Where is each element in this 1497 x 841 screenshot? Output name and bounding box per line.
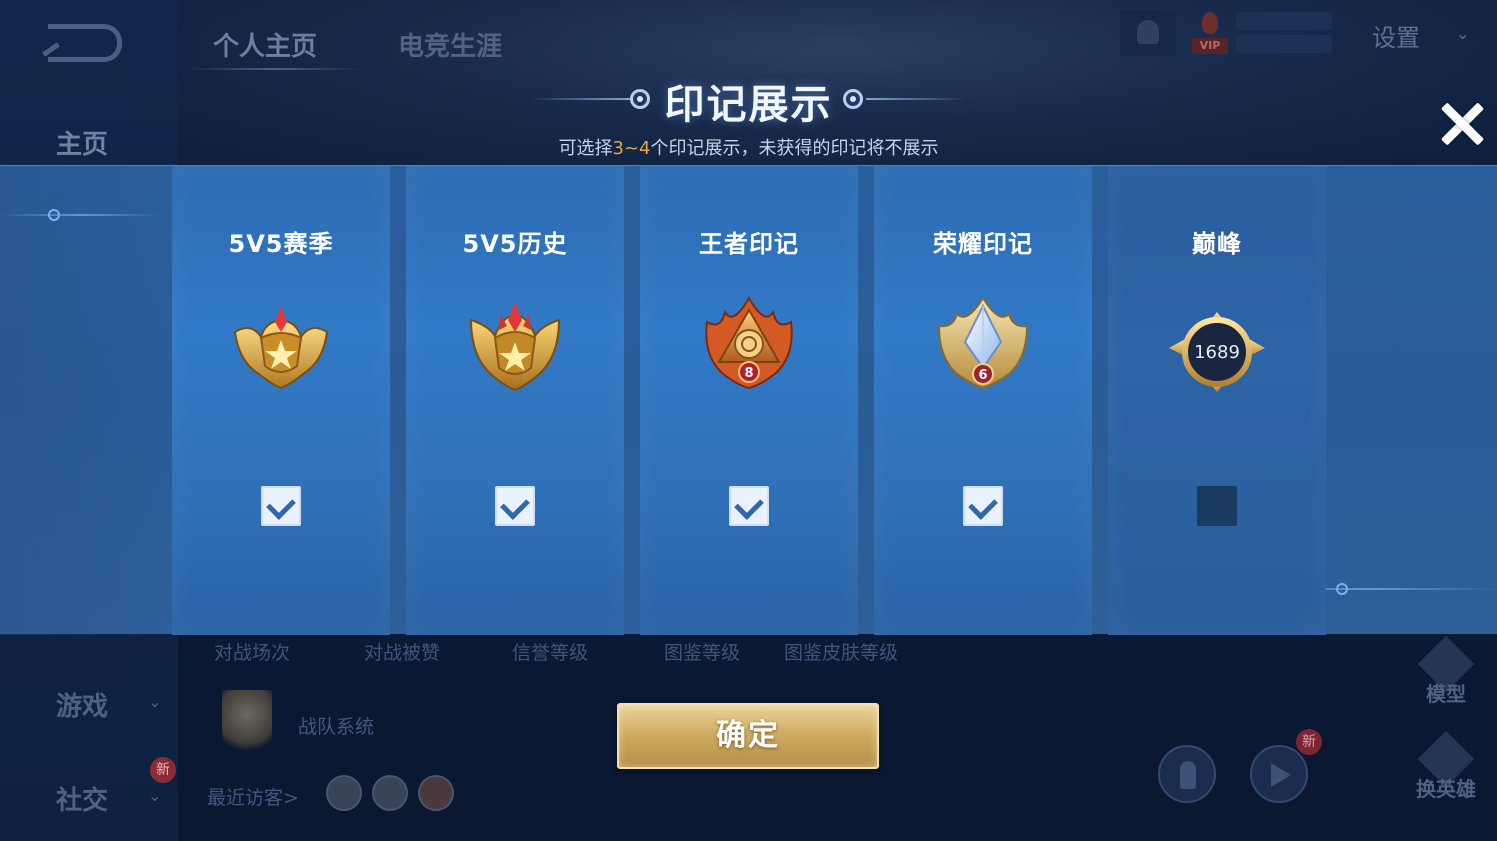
topbar-chip[interactable] [1236, 12, 1332, 30]
switch-hero-button[interactable]: 换英雄 [1415, 730, 1477, 801]
stat-label-likes: 对战被赞 [364, 642, 441, 664]
emblem-checkbox[interactable] [261, 486, 301, 526]
check-icon [968, 490, 998, 520]
panel-decoration [0, 166, 172, 635]
subtitle-range: 3~4 [612, 138, 651, 159]
pose-button[interactable] [1158, 745, 1216, 803]
person-icon [1180, 761, 1196, 789]
avatar[interactable] [418, 775, 454, 811]
emblem-card-title: 荣耀印记 [933, 230, 1033, 258]
chevron-down-icon: ⌄ [148, 786, 162, 805]
emblem-card-king-mark[interactable]: 王者印记 8 [640, 166, 858, 635]
model-label: 模型 [1426, 682, 1466, 706]
badge-number: 6 [978, 368, 987, 383]
emblem-card-title: 5V5历史 [462, 230, 568, 258]
new-badge: 新 [150, 757, 176, 783]
modal-header: 印记展示 [0, 72, 1497, 132]
close-icon[interactable] [1438, 100, 1486, 148]
play-button[interactable] [1250, 745, 1308, 803]
peak-orb-badge-icon: 1689 [1169, 312, 1265, 392]
decoration-line [0, 214, 160, 216]
flame-icon [1202, 12, 1218, 34]
check-icon [500, 490, 530, 520]
stat-label-codex-skin-level: 图鉴皮肤等级 [784, 642, 899, 664]
emblem-card-peak[interactable]: 巅峰 1689 [1108, 166, 1326, 635]
settings-button[interactable]: 设置 [1372, 18, 1420, 53]
emblem-card-5v5-season[interactable]: 5V5赛季 [172, 166, 390, 635]
team-system-link[interactable]: 战队系统 [298, 712, 374, 739]
emblem-checkbox[interactable] [963, 486, 1003, 526]
topbar-chip[interactable] [1236, 35, 1332, 53]
king-flame-badge-icon: 8 [705, 295, 793, 390]
modal-title: 印记展示 [664, 82, 833, 128]
tab-underline [190, 68, 360, 70]
tab-esports-career[interactable]: 电竞生涯 [398, 26, 502, 63]
emblem-card-title: 巅峰 [1192, 230, 1242, 258]
nav-item-social[interactable]: 社交 [56, 780, 108, 817]
switch-hero-label: 换英雄 [1416, 777, 1476, 801]
check-icon [266, 490, 296, 520]
model-button[interactable]: 模型 [1415, 635, 1477, 706]
avatar[interactable] [372, 775, 408, 811]
stat-label-credit: 信誉等级 [512, 642, 589, 664]
back-icon[interactable] [48, 24, 122, 62]
notification-bell-icon[interactable] [1120, 10, 1176, 56]
tab-profile[interactable]: 个人主页 [213, 26, 317, 63]
gold-star-wing-badge-icon [469, 302, 561, 392]
chevron-down-icon: ⌄ [1456, 24, 1470, 43]
recent-visitors-link[interactable]: 最近访客> [207, 783, 299, 810]
emblem-card-5v5-history[interactable]: 5V5历史 [406, 166, 624, 635]
emblem-checkbox[interactable] [1197, 486, 1237, 526]
gold-star-shield-badge-icon [233, 306, 329, 390]
emblem-card-title: 5V5赛季 [228, 230, 334, 258]
vip-icon[interactable]: VIP [1190, 12, 1230, 54]
emblem-card-title: 王者印记 [699, 230, 799, 258]
avatar[interactable] [326, 775, 362, 811]
play-icon [1271, 763, 1291, 787]
badge-number: 1689 [1194, 342, 1240, 363]
subtitle-suffix: 个印记展示，未获得的印记将不展示 [650, 138, 939, 159]
new-badge: 新 [1296, 729, 1322, 755]
subtitle-prefix: 可选择 [558, 138, 613, 159]
stat-label-codex-level: 图鉴等级 [664, 642, 741, 664]
emblem-checkbox[interactable] [495, 486, 535, 526]
glory-crystal-badge-icon: 6 [937, 296, 1029, 390]
vip-label: VIP [1192, 38, 1228, 54]
emblem-card-glory-mark[interactable]: 荣耀印记 6 [874, 166, 1092, 635]
confirm-button[interactable]: 确定 [617, 703, 879, 769]
chevron-down-icon: ⌄ [148, 692, 162, 711]
modal-subtitle: 可选择3~4个印记展示，未获得的印记将不展示 [0, 134, 1497, 160]
badge-number: 8 [744, 366, 753, 381]
title-ornament-icon [843, 89, 863, 109]
stat-label-matches: 对战场次 [214, 642, 291, 664]
nav-item-game[interactable]: 游戏 [56, 686, 108, 723]
team-emblem-icon [222, 690, 272, 760]
emblem-checkbox[interactable] [729, 486, 769, 526]
title-divider-right [866, 98, 966, 100]
check-icon [734, 490, 764, 520]
emblem-panel: 5V5赛季 5V5历史 王者印记 8 荣耀印记 6 巅峰 1689 [0, 165, 1497, 635]
